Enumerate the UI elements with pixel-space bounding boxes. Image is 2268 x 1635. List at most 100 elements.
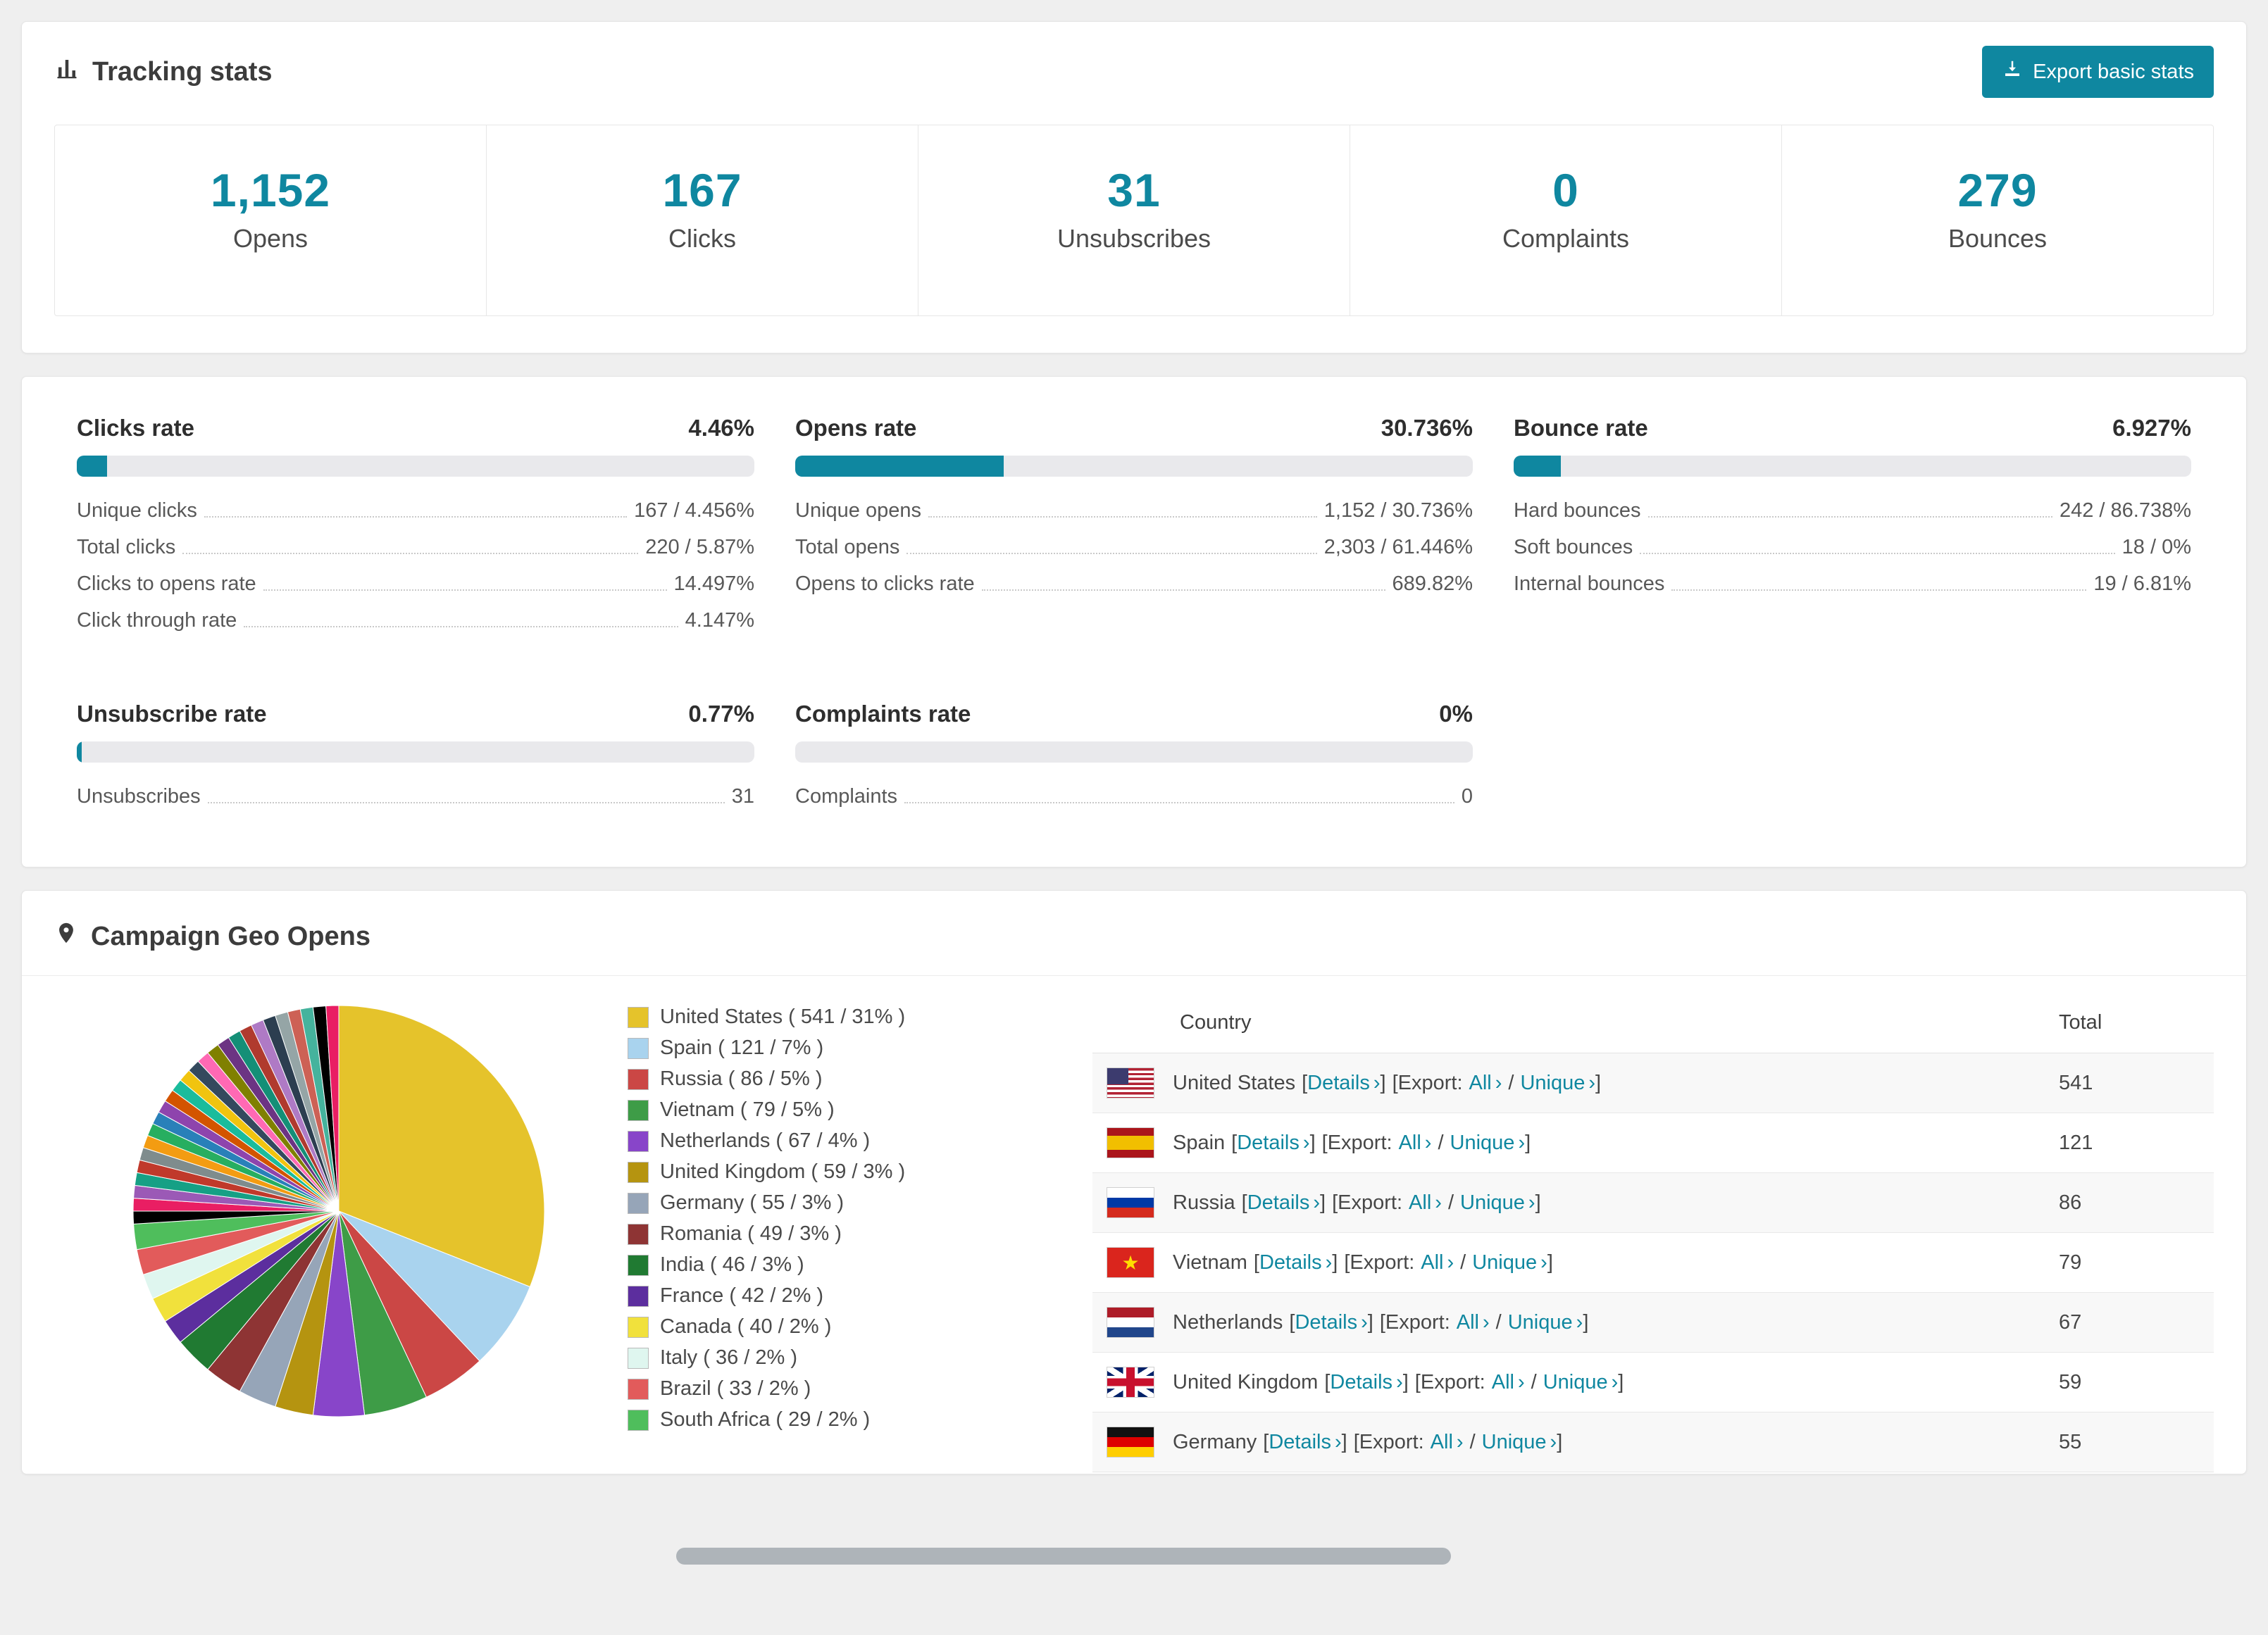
country-cell: Vietnam [ Details › ] [ Export: All › / Un… <box>1173 1251 2059 1274</box>
total-cell: 541 <box>2059 1071 2093 1094</box>
geo-table-header: Country Total <box>1092 993 2214 1053</box>
legend-label: Romania ( 49 / 3% ) <box>660 1222 842 1245</box>
stat-row-value: 19 / 6.81% <box>2093 572 2191 595</box>
details-link-label: Details <box>1237 1131 1300 1154</box>
legend-swatch <box>628 1223 649 1245</box>
dotted-leader <box>204 516 628 518</box>
stat-row: Clicks to opens rate 14.497% <box>77 572 754 596</box>
legend-label: France ( 42 / 2% ) <box>660 1284 824 1307</box>
total-cell: 59 <box>2059 1370 2082 1393</box>
rate-rows: Unique opens 1,152 / 30.736% Total opens… <box>795 499 1473 596</box>
chevron-right-icon: › <box>1396 1370 1403 1393</box>
export-all-link[interactable]: All › <box>1469 1072 1502 1095</box>
export-basic-stats-button[interactable]: Export basic stats <box>1982 46 2214 98</box>
legend-swatch <box>628 1130 649 1152</box>
rates-card: Clicks rate 4.46% Unique clicks 167 / 4.… <box>21 376 2247 867</box>
stat-label: Bounces <box>1948 224 2048 253</box>
bracket-text: [ <box>1332 1191 1338 1214</box>
legend-label: Brazil ( 33 / 2% ) <box>660 1377 811 1400</box>
rate-head: Unsubscribe rate 0.77% <box>77 701 754 727</box>
table-row: United States [ Details › ] [ Export: All… <box>1092 1053 2214 1113</box>
stat-row-label: Total clicks <box>77 536 176 558</box>
stat-row-value: 689.82% <box>1392 572 1473 595</box>
export-all-link[interactable]: All › <box>1421 1251 1454 1274</box>
map-pin-icon <box>54 919 78 954</box>
bracket-text: [ <box>1392 1071 1398 1094</box>
progress-fill <box>795 456 1004 477</box>
rate-section: Unsubscribe rate 0.77% Unsubscribes 31 <box>77 701 754 822</box>
country-cell: Spain [ Details › ] [ Export: All › / Uniq… <box>1173 1132 2059 1155</box>
details-link[interactable]: Details › <box>1237 1132 1309 1155</box>
export-unique-link[interactable]: Unique › <box>1543 1371 1619 1394</box>
details-link-label: Details <box>1330 1370 1393 1393</box>
country-cell: Germany [ Details › ] [ Export: All › / Un… <box>1173 1431 2059 1454</box>
stat-row-label: Clicks to opens rate <box>77 572 256 595</box>
details-link[interactable]: Details › <box>1307 1072 1380 1095</box>
details-link[interactable]: Details › <box>1247 1191 1320 1215</box>
bracket-text: [ <box>1231 1131 1238 1154</box>
country-name: Netherlands <box>1173 1310 1283 1334</box>
legend-item: Germany ( 55 / 3% ) <box>628 1191 1064 1215</box>
dotted-leader <box>1671 589 2087 591</box>
stat-row-label: Unique opens <box>795 499 921 522</box>
dotted-leader <box>1647 516 2052 518</box>
legend-item: Netherlands ( 67 / 4% ) <box>628 1129 1064 1153</box>
legend-label: United Kingdom ( 59 / 3% ) <box>660 1160 906 1183</box>
total-cell: 67 <box>2059 1310 2082 1334</box>
tracking-stats-card: Tracking stats Export basic stats 1,152 … <box>21 21 2247 353</box>
bracket-text: [ <box>1302 1071 1308 1094</box>
legend-label: Italy ( 36 / 2% ) <box>660 1346 798 1369</box>
bracket-text: [ <box>1379 1310 1385 1334</box>
stat-row-value: 1,152 / 30.736% <box>1323 499 1473 522</box>
details-link-label: Details <box>1307 1071 1370 1094</box>
legend-swatch <box>628 1006 649 1028</box>
export-unique-link[interactable]: Unique › <box>1450 1132 1526 1155</box>
details-link[interactable]: Details › <box>1259 1251 1332 1274</box>
stat-row-value: 14.497% <box>673 572 755 595</box>
table-row: Russia [ Details › ] [ Export: All › / Uni… <box>1092 1173 2214 1233</box>
stat-label: Unsubscribes <box>1057 224 1211 253</box>
export-all-link[interactable]: All › <box>1399 1132 1432 1155</box>
progress-fill <box>77 456 107 477</box>
stat-value: 31 <box>1107 164 1161 216</box>
stat-row: Complaints 0 <box>795 785 1473 808</box>
stat-row-value: 18 / 0% <box>2121 536 2191 558</box>
details-link[interactable]: Details › <box>1330 1371 1402 1394</box>
legend-item: India ( 46 / 3% ) <box>628 1253 1064 1277</box>
country-flag-icon <box>1107 1307 1154 1338</box>
dotted-leader <box>244 626 678 627</box>
chevron-right-icon: › <box>1611 1370 1619 1393</box>
stat-value: 279 <box>1957 164 2038 216</box>
geo-opens-card: Campaign Geo Opens United States ( 541 /… <box>21 890 2247 1474</box>
chevron-right-icon: › <box>1373 1071 1381 1094</box>
rate-value: 0% <box>1439 701 1473 727</box>
details-link[interactable]: Details › <box>1269 1431 1341 1454</box>
bracket-text: [ <box>1241 1191 1247 1214</box>
export-unique-link[interactable]: Unique › <box>1472 1251 1547 1274</box>
export-all-link[interactable]: All › <box>1409 1191 1442 1215</box>
export-unique-link[interactable]: Unique › <box>1482 1431 1557 1454</box>
separator-text: / <box>1447 1191 1454 1214</box>
export-unique-link[interactable]: Unique › <box>1460 1191 1535 1215</box>
legend-item: France ( 42 / 2% ) <box>628 1284 1064 1308</box>
chevron-right-icon: › <box>1588 1071 1596 1094</box>
export-all-link[interactable]: All › <box>1431 1431 1464 1454</box>
rate-value: 4.46% <box>688 415 754 441</box>
rate-head: Opens rate 30.736% <box>795 415 1473 441</box>
rate-title: Opens rate <box>795 415 917 441</box>
rate-head: Complaints rate 0% <box>795 701 1473 727</box>
export-unique-link[interactable]: Unique › <box>1520 1072 1595 1095</box>
chevron-right-icon: › <box>1518 1131 1526 1154</box>
table-row: Netherlands [ Details › ] [ Export: All › … <box>1092 1293 2214 1353</box>
horizontal-scrollbar-thumb[interactable] <box>676 1548 1451 1565</box>
country-name: United States <box>1173 1071 1296 1094</box>
export-unique-link[interactable]: Unique › <box>1508 1311 1583 1334</box>
stat-row-label: Click through rate <box>77 609 237 632</box>
bracket-text: [ <box>1263 1430 1269 1453</box>
export-all-link[interactable]: All › <box>1457 1311 1490 1334</box>
export-all-link[interactable]: All › <box>1492 1371 1525 1394</box>
details-link[interactable]: Details › <box>1295 1311 1367 1334</box>
progress-track <box>77 456 754 477</box>
bracket-text: ] <box>1332 1251 1338 1274</box>
bracket-text: ] <box>1341 1430 1347 1453</box>
